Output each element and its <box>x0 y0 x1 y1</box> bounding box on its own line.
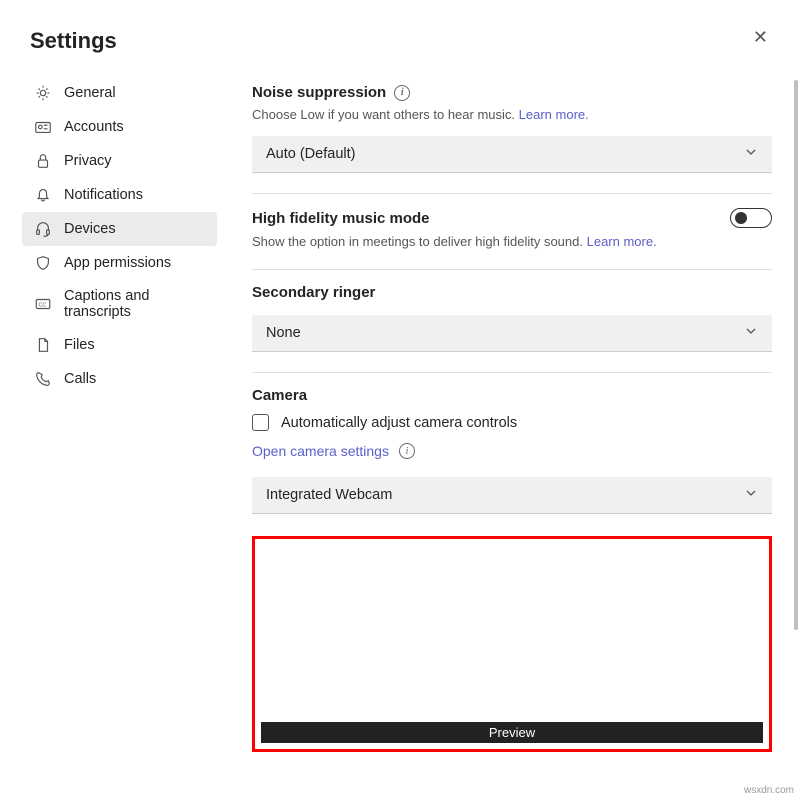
sidebar-item-label: Notifications <box>64 187 143 203</box>
sidebar-item-label: Privacy <box>64 153 112 169</box>
sidebar-item-devices[interactable]: Devices <box>22 212 217 246</box>
camera-preview-label: Preview <box>261 722 763 743</box>
lock-icon <box>34 152 52 170</box>
camera-preview-highlight: Preview <box>252 536 772 752</box>
sidebar-item-label: Captions and transcripts <box>64 288 205 320</box>
select-value: Integrated Webcam <box>266 487 392 503</box>
section-title: High fidelity music mode <box>252 210 430 227</box>
phone-icon <box>34 370 52 388</box>
auto-adjust-checkbox[interactable] <box>252 414 269 431</box>
chevron-down-icon <box>744 145 758 163</box>
chevron-down-icon <box>744 486 758 504</box>
sidebar-item-accounts[interactable]: Accounts <box>22 110 217 144</box>
page-title: Settings <box>30 28 117 54</box>
section-high-fidelity: High fidelity music mode Show the option… <box>252 194 772 270</box>
headset-icon <box>34 220 52 238</box>
sidebar-item-general[interactable]: General <box>22 76 217 110</box>
id-card-icon <box>34 118 52 136</box>
section-subtitle: Show the option in meetings to deliver h… <box>252 234 583 249</box>
checkbox-label: Automatically adjust camera controls <box>281 415 517 431</box>
section-camera: Camera Automatically adjust camera contr… <box>252 373 772 772</box>
sidebar-item-app-permissions[interactable]: App permissions <box>22 246 217 280</box>
scrollbar[interactable] <box>794 80 798 630</box>
section-title: Noise suppression <box>252 84 386 101</box>
secondary-ringer-select[interactable]: None <box>252 315 772 352</box>
svg-text:CC: CC <box>39 303 47 309</box>
close-icon[interactable]: ✕ <box>753 28 768 46</box>
file-icon <box>34 336 52 354</box>
sidebar-item-label: App permissions <box>64 255 171 271</box>
select-value: Auto (Default) <box>266 146 355 162</box>
select-value: None <box>266 325 301 341</box>
section-title: Camera <box>252 387 307 404</box>
sidebar-item-captions[interactable]: CC Captions and transcripts <box>22 280 217 328</box>
hifi-toggle[interactable] <box>730 208 772 228</box>
shield-icon <box>34 254 52 272</box>
sidebar-item-calls[interactable]: Calls <box>22 362 217 396</box>
sidebar-item-label: Files <box>64 337 95 353</box>
sidebar-item-label: General <box>64 85 116 101</box>
gear-icon <box>34 84 52 102</box>
section-title: Secondary ringer <box>252 284 375 301</box>
section-secondary-ringer: Secondary ringer None <box>252 270 772 373</box>
open-camera-settings-link[interactable]: Open camera settings <box>252 443 389 459</box>
attribution: wsxdn.com <box>744 785 794 796</box>
sidebar-item-label: Accounts <box>64 119 124 135</box>
sidebar-item-privacy[interactable]: Privacy <box>22 144 217 178</box>
captions-icon: CC <box>34 295 52 313</box>
info-icon[interactable]: i <box>394 85 410 101</box>
camera-select[interactable]: Integrated Webcam <box>252 477 772 514</box>
chevron-down-icon <box>744 324 758 342</box>
sidebar-item-notifications[interactable]: Notifications <box>22 178 217 212</box>
bell-icon <box>34 186 52 204</box>
main-panel: Noise suppression i Choose Low if you wa… <box>252 64 800 772</box>
sidebar-item-label: Devices <box>64 221 116 237</box>
info-icon[interactable]: i <box>399 443 415 459</box>
sidebar-item-files[interactable]: Files <box>22 328 217 362</box>
noise-suppression-select[interactable]: Auto (Default) <box>252 136 772 173</box>
toggle-knob <box>735 212 747 224</box>
learn-more-link[interactable]: Learn more. <box>587 234 657 249</box>
sidebar: General Accounts Privacy Notifications D… <box>22 64 217 772</box>
sidebar-item-label: Calls <box>64 371 96 387</box>
section-subtitle: Choose Low if you want others to hear mu… <box>252 107 515 122</box>
section-noise-suppression: Noise suppression i Choose Low if you wa… <box>252 70 772 194</box>
learn-more-link[interactable]: Learn more. <box>519 107 589 122</box>
